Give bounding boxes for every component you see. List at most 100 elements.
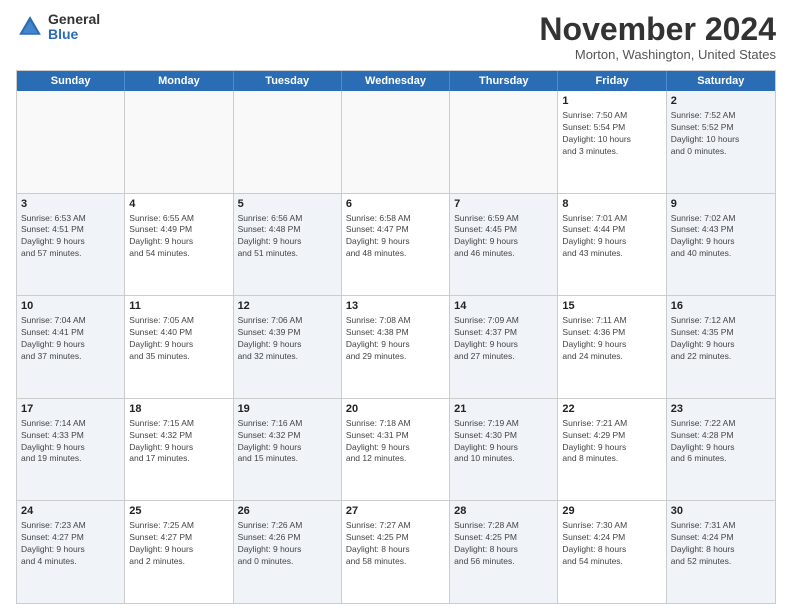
calendar-week-1: 1Sunrise: 7:50 AM Sunset: 5:54 PM Daylig…: [17, 91, 775, 194]
calendar-cell-16: 16Sunrise: 7:12 AM Sunset: 4:35 PM Dayli…: [667, 296, 775, 398]
day-header-thursday: Thursday: [450, 71, 558, 91]
logo-blue-label: Blue: [48, 27, 100, 42]
logo: General Blue: [16, 12, 100, 43]
cell-info: Sunrise: 7:25 AM Sunset: 4:27 PM Dayligh…: [129, 520, 228, 568]
cell-info: Sunrise: 7:05 AM Sunset: 4:40 PM Dayligh…: [129, 315, 228, 363]
day-number: 4: [129, 197, 228, 212]
calendar-cell-30: 30Sunrise: 7:31 AM Sunset: 4:24 PM Dayli…: [667, 501, 775, 603]
day-number: 1: [562, 94, 661, 109]
calendar-cell-6: 6Sunrise: 6:58 AM Sunset: 4:47 PM Daylig…: [342, 194, 450, 296]
calendar-cell-9: 9Sunrise: 7:02 AM Sunset: 4:43 PM Daylig…: [667, 194, 775, 296]
day-number: 14: [454, 299, 553, 314]
location-label: Morton, Washington, United States: [539, 47, 776, 62]
calendar-cell-7: 7Sunrise: 6:59 AM Sunset: 4:45 PM Daylig…: [450, 194, 558, 296]
day-number: 18: [129, 402, 228, 417]
calendar-cell-19: 19Sunrise: 7:16 AM Sunset: 4:32 PM Dayli…: [234, 399, 342, 501]
calendar-cell-25: 25Sunrise: 7:25 AM Sunset: 4:27 PM Dayli…: [125, 501, 233, 603]
day-number: 7: [454, 197, 553, 212]
cell-info: Sunrise: 7:26 AM Sunset: 4:26 PM Dayligh…: [238, 520, 337, 568]
header: General Blue November 2024 Morton, Washi…: [16, 12, 776, 62]
cell-info: Sunrise: 6:55 AM Sunset: 4:49 PM Dayligh…: [129, 213, 228, 261]
day-number: 2: [671, 94, 771, 109]
day-number: 27: [346, 504, 445, 519]
cell-info: Sunrise: 6:59 AM Sunset: 4:45 PM Dayligh…: [454, 213, 553, 261]
calendar-cell-11: 11Sunrise: 7:05 AM Sunset: 4:40 PM Dayli…: [125, 296, 233, 398]
calendar-cell-3: 3Sunrise: 6:53 AM Sunset: 4:51 PM Daylig…: [17, 194, 125, 296]
day-number: 26: [238, 504, 337, 519]
calendar-cell-empty-1: [125, 91, 233, 193]
calendar-cell-10: 10Sunrise: 7:04 AM Sunset: 4:41 PM Dayli…: [17, 296, 125, 398]
calendar-cell-26: 26Sunrise: 7:26 AM Sunset: 4:26 PM Dayli…: [234, 501, 342, 603]
day-number: 13: [346, 299, 445, 314]
calendar-cell-2: 2Sunrise: 7:52 AM Sunset: 5:52 PM Daylig…: [667, 91, 775, 193]
cell-info: Sunrise: 7:11 AM Sunset: 4:36 PM Dayligh…: [562, 315, 661, 363]
calendar-cell-22: 22Sunrise: 7:21 AM Sunset: 4:29 PM Dayli…: [558, 399, 666, 501]
calendar-cell-14: 14Sunrise: 7:09 AM Sunset: 4:37 PM Dayli…: [450, 296, 558, 398]
day-number: 10: [21, 299, 120, 314]
day-number: 12: [238, 299, 337, 314]
day-number: 3: [21, 197, 120, 212]
cell-info: Sunrise: 7:14 AM Sunset: 4:33 PM Dayligh…: [21, 418, 120, 466]
calendar-cell-21: 21Sunrise: 7:19 AM Sunset: 4:30 PM Dayli…: [450, 399, 558, 501]
logo-general-label: General: [48, 12, 100, 27]
day-header-saturday: Saturday: [667, 71, 775, 91]
day-number: 9: [671, 197, 771, 212]
calendar-cell-empty-0: [17, 91, 125, 193]
calendar-cell-23: 23Sunrise: 7:22 AM Sunset: 4:28 PM Dayli…: [667, 399, 775, 501]
day-header-monday: Monday: [125, 71, 233, 91]
calendar-week-4: 17Sunrise: 7:14 AM Sunset: 4:33 PM Dayli…: [17, 399, 775, 502]
calendar-cell-12: 12Sunrise: 7:06 AM Sunset: 4:39 PM Dayli…: [234, 296, 342, 398]
calendar-cell-1: 1Sunrise: 7:50 AM Sunset: 5:54 PM Daylig…: [558, 91, 666, 193]
cell-info: Sunrise: 7:21 AM Sunset: 4:29 PM Dayligh…: [562, 418, 661, 466]
cell-info: Sunrise: 7:19 AM Sunset: 4:30 PM Dayligh…: [454, 418, 553, 466]
day-number: 22: [562, 402, 661, 417]
calendar-cell-empty-3: [342, 91, 450, 193]
cell-info: Sunrise: 7:28 AM Sunset: 4:25 PM Dayligh…: [454, 520, 553, 568]
calendar-cell-18: 18Sunrise: 7:15 AM Sunset: 4:32 PM Dayli…: [125, 399, 233, 501]
calendar-week-5: 24Sunrise: 7:23 AM Sunset: 4:27 PM Dayli…: [17, 501, 775, 603]
calendar-cell-15: 15Sunrise: 7:11 AM Sunset: 4:36 PM Dayli…: [558, 296, 666, 398]
month-title: November 2024: [539, 12, 776, 47]
day-header-wednesday: Wednesday: [342, 71, 450, 91]
cell-info: Sunrise: 7:12 AM Sunset: 4:35 PM Dayligh…: [671, 315, 771, 363]
day-number: 6: [346, 197, 445, 212]
cell-info: Sunrise: 7:15 AM Sunset: 4:32 PM Dayligh…: [129, 418, 228, 466]
calendar-cell-24: 24Sunrise: 7:23 AM Sunset: 4:27 PM Dayli…: [17, 501, 125, 603]
cell-info: Sunrise: 7:01 AM Sunset: 4:44 PM Dayligh…: [562, 213, 661, 261]
logo-text: General Blue: [48, 12, 100, 43]
day-number: 21: [454, 402, 553, 417]
calendar-cell-empty-2: [234, 91, 342, 193]
day-number: 15: [562, 299, 661, 314]
day-number: 28: [454, 504, 553, 519]
cell-info: Sunrise: 7:09 AM Sunset: 4:37 PM Dayligh…: [454, 315, 553, 363]
cell-info: Sunrise: 7:16 AM Sunset: 4:32 PM Dayligh…: [238, 418, 337, 466]
day-number: 19: [238, 402, 337, 417]
title-block: November 2024 Morton, Washington, United…: [539, 12, 776, 62]
day-header-tuesday: Tuesday: [234, 71, 342, 91]
calendar: SundayMondayTuesdayWednesdayThursdayFrid…: [16, 70, 776, 604]
cell-info: Sunrise: 7:50 AM Sunset: 5:54 PM Dayligh…: [562, 110, 661, 158]
day-header-sunday: Sunday: [17, 71, 125, 91]
cell-info: Sunrise: 7:08 AM Sunset: 4:38 PM Dayligh…: [346, 315, 445, 363]
day-number: 5: [238, 197, 337, 212]
cell-info: Sunrise: 7:52 AM Sunset: 5:52 PM Dayligh…: [671, 110, 771, 158]
day-number: 16: [671, 299, 771, 314]
calendar-cell-27: 27Sunrise: 7:27 AM Sunset: 4:25 PM Dayli…: [342, 501, 450, 603]
calendar-cell-8: 8Sunrise: 7:01 AM Sunset: 4:44 PM Daylig…: [558, 194, 666, 296]
calendar-week-3: 10Sunrise: 7:04 AM Sunset: 4:41 PM Dayli…: [17, 296, 775, 399]
day-number: 8: [562, 197, 661, 212]
cell-info: Sunrise: 6:53 AM Sunset: 4:51 PM Dayligh…: [21, 213, 120, 261]
calendar-cell-13: 13Sunrise: 7:08 AM Sunset: 4:38 PM Dayli…: [342, 296, 450, 398]
day-number: 11: [129, 299, 228, 314]
cell-info: Sunrise: 7:22 AM Sunset: 4:28 PM Dayligh…: [671, 418, 771, 466]
cell-info: Sunrise: 7:06 AM Sunset: 4:39 PM Dayligh…: [238, 315, 337, 363]
calendar-header-row: SundayMondayTuesdayWednesdayThursdayFrid…: [17, 71, 775, 91]
calendar-cell-29: 29Sunrise: 7:30 AM Sunset: 4:24 PM Dayli…: [558, 501, 666, 603]
cell-info: Sunrise: 7:31 AM Sunset: 4:24 PM Dayligh…: [671, 520, 771, 568]
cell-info: Sunrise: 7:30 AM Sunset: 4:24 PM Dayligh…: [562, 520, 661, 568]
day-number: 20: [346, 402, 445, 417]
day-number: 30: [671, 504, 771, 519]
cell-info: Sunrise: 6:58 AM Sunset: 4:47 PM Dayligh…: [346, 213, 445, 261]
day-number: 24: [21, 504, 120, 519]
calendar-cell-28: 28Sunrise: 7:28 AM Sunset: 4:25 PM Dayli…: [450, 501, 558, 603]
